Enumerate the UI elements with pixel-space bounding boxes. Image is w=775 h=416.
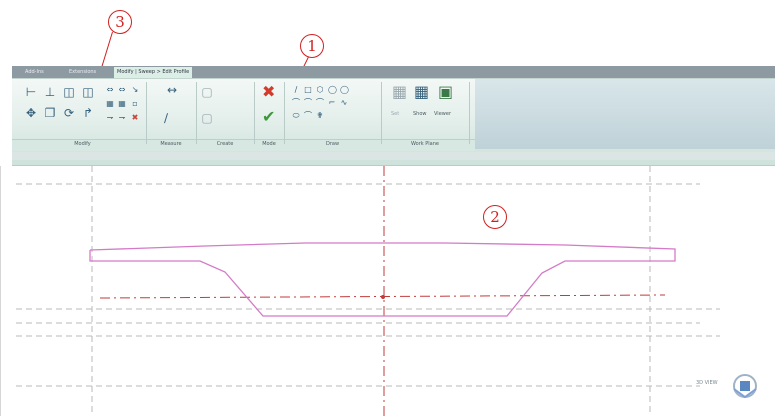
viewcube-navigation-icon[interactable] <box>731 372 759 400</box>
measure-distance-icon[interactable]: ↔ <box>160 84 184 96</box>
dimension-icon[interactable]: ∕ <box>160 112 172 124</box>
delete-icon[interactable]: ✖ <box>131 114 139 122</box>
scale-icon[interactable]: ▦ <box>118 100 126 108</box>
viewcube-label: 3D VIEW <box>696 380 718 386</box>
polygon-icon[interactable]: ⬡ <box>316 86 324 94</box>
pin-icon[interactable]: ↘ <box>131 86 139 94</box>
set-button[interactable]: Set <box>391 111 399 117</box>
panel-label-create: Create <box>216 141 234 147</box>
move-icon[interactable]: ✥ <box>25 107 37 119</box>
rectangle-icon[interactable]: □ <box>304 86 312 94</box>
origin-point <box>381 295 385 299</box>
trim-icon[interactable]: ⇁ <box>106 114 114 122</box>
sweep-profile[interactable] <box>89 242 676 317</box>
viewer-button[interactable]: Viewer <box>434 111 451 117</box>
show-work-plane-icon[interactable]: ▦ <box>414 84 429 100</box>
arc-start-end-icon[interactable]: ⌒ <box>292 99 300 107</box>
split-icon[interactable]: ⇔ <box>106 86 114 94</box>
fillet-arc-icon[interactable]: ⌐ <box>328 99 336 107</box>
panel-separator <box>469 82 470 144</box>
panel-separator <box>381 82 382 144</box>
split-gap-icon[interactable]: ⇔ <box>118 86 126 94</box>
pick-lines-icon[interactable]: ✟ <box>316 112 324 120</box>
arc-center-icon[interactable]: ⌒ <box>304 99 312 107</box>
trim-extend-icon[interactable]: ↱ <box>82 107 94 119</box>
callout-2: 2 <box>483 205 507 229</box>
set-work-plane-icon[interactable]: ▦ <box>392 84 407 100</box>
align-icon[interactable]: ⊢ <box>25 86 37 98</box>
offset-icon[interactable]: ⊥ <box>44 86 56 98</box>
drawing-svg <box>0 166 720 416</box>
app-window: 1 3 5 2 Add-Ins Extensions Modify | Swee… <box>0 0 775 416</box>
finish-edit-icon[interactable]: ✔ <box>262 109 275 125</box>
panel-separator <box>284 82 285 144</box>
panel-label-measure: Measure <box>160 141 182 147</box>
ellipse-icon[interactable]: ⬭ <box>292 112 300 120</box>
tab-extensions[interactable]: Extensions <box>66 68 99 77</box>
circle-polygon-icon[interactable]: ◯ <box>328 86 337 94</box>
mirror-draw-icon[interactable]: ◫ <box>82 86 94 98</box>
tab-add-ins[interactable]: Add-Ins <box>22 68 47 77</box>
tab-modify-sweep-edit-profile[interactable]: Modify | Sweep > Edit Profile <box>114 67 193 78</box>
drawing-canvas[interactable] <box>0 166 775 416</box>
unpin-icon[interactable]: ▫ <box>131 100 139 108</box>
callout-3: 3 <box>108 10 132 34</box>
spline-icon[interactable]: ∿ <box>340 99 348 107</box>
arc-tangent-icon[interactable]: ⌒ <box>316 99 324 107</box>
show-button[interactable]: Show <box>413 111 427 117</box>
panel-label-work-plane: Work Plane <box>411 141 439 147</box>
panel-label-modify: Modify <box>74 141 91 147</box>
line-icon[interactable]: ∕ <box>292 86 300 94</box>
panel-separator <box>146 82 147 144</box>
panel-separator <box>196 82 197 144</box>
options-bar <box>12 152 775 160</box>
partial-ellipse-icon[interactable]: ⌒ <box>304 112 312 120</box>
panel-separator <box>254 82 255 144</box>
trim-single-icon[interactable]: ⇁ <box>118 114 126 122</box>
create-similar-icon[interactable]: ▢ <box>201 86 213 98</box>
circle-icon[interactable]: ◯ <box>340 86 349 94</box>
viewer-icon[interactable]: ▣ <box>438 84 453 100</box>
create-component-icon[interactable]: ▢ <box>201 112 213 124</box>
copy-icon[interactable]: ❐ <box>44 107 56 119</box>
cancel-edit-icon[interactable]: ✖ <box>262 84 275 100</box>
ribbon-empty-area <box>475 79 775 149</box>
array-icon[interactable]: ▦ <box>106 100 114 108</box>
panel-label-draw: Draw <box>325 141 340 147</box>
rotate-icon[interactable]: ⟳ <box>63 107 75 119</box>
panel-label-mode: Mode <box>262 141 276 147</box>
callout-1: 1 <box>300 34 324 58</box>
mirror-axis-icon[interactable]: ◫ <box>63 86 75 98</box>
